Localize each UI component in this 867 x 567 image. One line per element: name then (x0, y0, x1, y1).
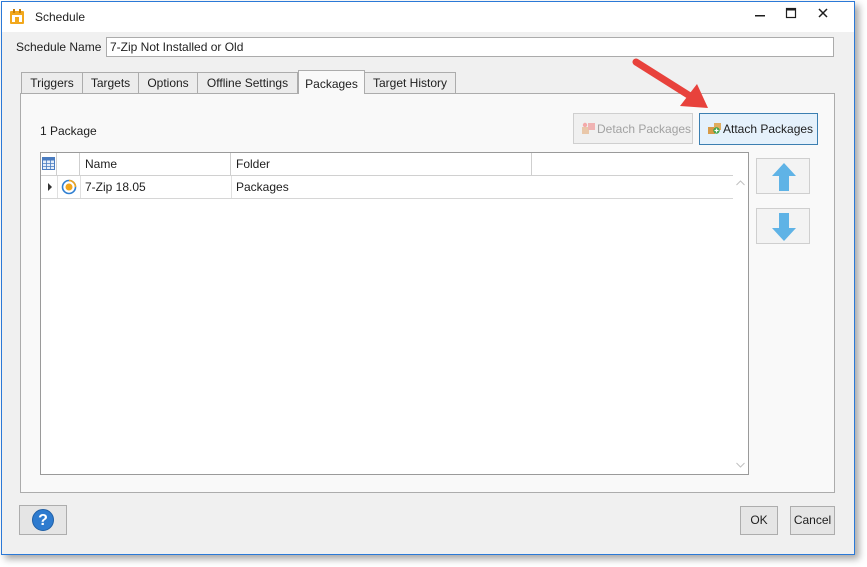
tab-target-history[interactable]: Target History (364, 72, 456, 93)
table-icon (42, 157, 55, 170)
package-icon-cell (57, 176, 80, 198)
detach-packages-icon (582, 122, 595, 134)
packages-grid: Name Folder 7-Zip 18.05 Packages (40, 152, 749, 475)
maximize-button[interactable] (775, 2, 807, 26)
grid-header: Name Folder (41, 153, 748, 176)
maximize-icon (785, 7, 797, 19)
tab-offline-settings[interactable]: Offline Settings (197, 72, 298, 93)
schedule-name-label: Schedule Name (16, 40, 102, 54)
vertical-scrollbar[interactable] (733, 175, 748, 474)
title-bar[interactable]: Schedule (2, 2, 854, 32)
cancel-button[interactable]: Cancel (790, 506, 835, 535)
detach-packages-button[interactable]: Detach Packages (573, 113, 693, 144)
column-header-name[interactable]: Name (80, 153, 231, 175)
icon-column-header (57, 153, 80, 175)
column-header-folder[interactable]: Folder (231, 153, 532, 175)
close-button[interactable] (807, 2, 839, 26)
package-name-cell: 7-Zip 18.05 (85, 180, 146, 194)
expand-arrow-icon (48, 183, 52, 191)
attach-packages-label: Attach Packages (723, 122, 814, 136)
minimize-button[interactable] (744, 2, 776, 26)
move-up-button[interactable] (756, 158, 810, 194)
packages-panel: 1 Package Detach Packages Attach Package… (20, 93, 835, 493)
expand-row-toggle[interactable] (41, 176, 57, 198)
attach-packages-button[interactable]: Attach Packages (699, 113, 818, 145)
tab-triggers[interactable]: Triggers (21, 72, 83, 93)
move-down-button[interactable] (756, 208, 810, 244)
detach-packages-label: Detach Packages (597, 122, 692, 136)
help-icon: ? (32, 509, 54, 531)
ok-button[interactable]: OK (740, 506, 778, 535)
tab-packages[interactable]: Packages (298, 70, 365, 94)
table-row[interactable]: 7-Zip 18.05 Packages (41, 176, 735, 199)
arrow-down-icon (772, 213, 796, 241)
scroll-down-icon[interactable] (736, 461, 745, 470)
close-icon (818, 8, 828, 18)
column-chooser-button[interactable] (41, 153, 57, 175)
package-icon (61, 179, 77, 195)
attach-packages-icon (708, 123, 721, 134)
package-folder-cell: Packages (236, 180, 289, 194)
tab-targets[interactable]: Targets (82, 72, 139, 93)
package-count: 1 Package (40, 124, 97, 138)
schedule-name-input[interactable] (106, 37, 834, 57)
help-button[interactable]: ? (19, 505, 67, 535)
schedule-window: Schedule Schedule Name Triggers Targets … (1, 1, 855, 555)
minimize-icon (755, 15, 765, 17)
window-title: Schedule (35, 10, 86, 24)
schedule-app-icon (10, 9, 24, 24)
scroll-up-icon[interactable] (736, 179, 745, 188)
tab-options[interactable]: Options (138, 72, 198, 93)
arrow-up-icon (772, 163, 796, 191)
